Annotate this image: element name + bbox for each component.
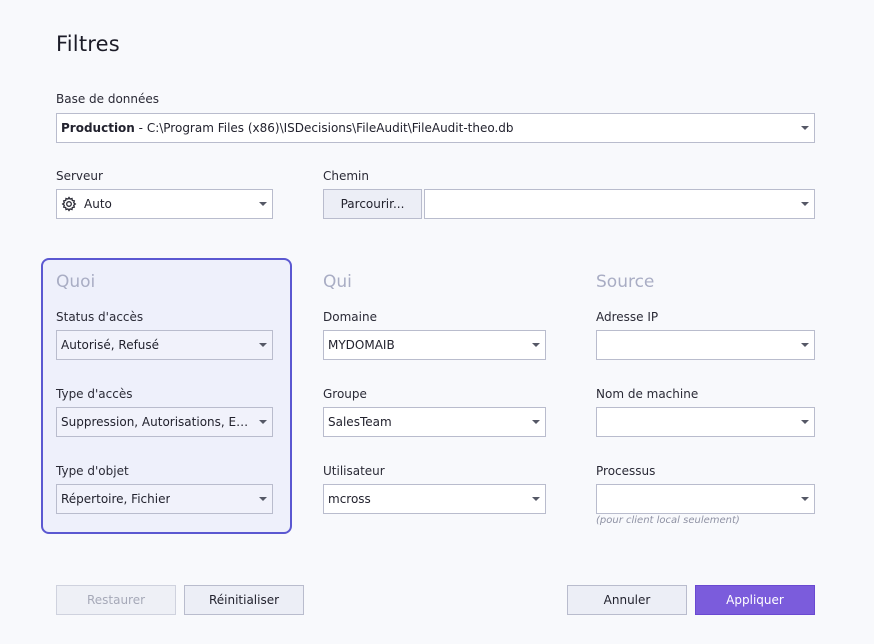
object-type-select[interactable]: Répertoire, Fichier [56, 484, 273, 514]
cancel-button[interactable]: Annuler [567, 585, 687, 615]
user-value: mcross [328, 492, 371, 506]
process-note: (pour client local seulement) [596, 515, 740, 526]
group-label: Groupe [323, 387, 367, 401]
object-type-value: Répertoire, Fichier [61, 492, 171, 506]
server-label: Serveur [56, 169, 103, 183]
user-select[interactable]: mcross [323, 484, 546, 514]
chevron-down-icon [259, 343, 267, 347]
chevron-down-icon [532, 420, 540, 424]
ip-select[interactable] [596, 330, 815, 360]
process-label: Processus [596, 464, 656, 478]
database-label: Base de données [56, 92, 160, 106]
quoi-title: Quoi [56, 272, 96, 292]
access-status-select[interactable]: Autorisé, Refusé [56, 330, 273, 360]
restore-button[interactable]: Restaurer [56, 585, 176, 615]
chevron-down-icon [532, 343, 540, 347]
chevron-down-icon [259, 202, 267, 206]
chevron-down-icon [801, 126, 809, 130]
access-type-label: Type d'accès [56, 387, 133, 401]
group-select[interactable]: SalesTeam [323, 407, 546, 437]
ip-label: Adresse IP [596, 310, 659, 324]
access-status-value: Autorisé, Refusé [61, 338, 160, 352]
machine-label: Nom de machine [596, 387, 699, 401]
database-separator: - [134, 121, 147, 135]
group-value: SalesTeam [328, 415, 392, 429]
access-status-label: Status d'accès [56, 310, 144, 324]
source-title: Source [596, 272, 655, 292]
access-type-value: Suppression, Autorisations, Ecri... [61, 415, 252, 429]
chevron-down-icon [801, 420, 809, 424]
chevron-down-icon [259, 420, 267, 424]
domain-label: Domaine [323, 310, 377, 324]
page-title: Filtres [56, 32, 120, 56]
qui-title: Qui [323, 272, 352, 292]
database-select[interactable]: Production - C:\Program Files (x86)\ISDe… [56, 113, 815, 143]
chevron-down-icon [801, 202, 809, 206]
path-label: Chemin [323, 169, 369, 183]
chevron-down-icon [532, 497, 540, 501]
server-select[interactable]: Auto [56, 189, 273, 219]
database-path: C:\Program Files (x86)\ISDecisions\FileA… [146, 121, 514, 135]
gear-icon [61, 196, 77, 212]
domain-select[interactable]: MYDOMAIB [323, 330, 546, 360]
reset-button[interactable]: Réinitialiser [184, 585, 304, 615]
chevron-down-icon [801, 343, 809, 347]
machine-select[interactable] [596, 407, 815, 437]
path-select[interactable] [424, 189, 815, 219]
chevron-down-icon [801, 497, 809, 501]
access-type-select[interactable]: Suppression, Autorisations, Ecri... [56, 407, 273, 437]
server-value: Auto [84, 197, 112, 211]
object-type-label: Type d'objet [56, 464, 129, 478]
apply-button[interactable]: Appliquer [695, 585, 815, 615]
domain-value: MYDOMAIB [328, 338, 395, 352]
chevron-down-icon [259, 497, 267, 501]
user-label: Utilisateur [323, 464, 385, 478]
process-select[interactable] [596, 484, 815, 514]
browse-button[interactable]: Parcourir... [323, 189, 422, 219]
database-name: Production [61, 121, 135, 135]
